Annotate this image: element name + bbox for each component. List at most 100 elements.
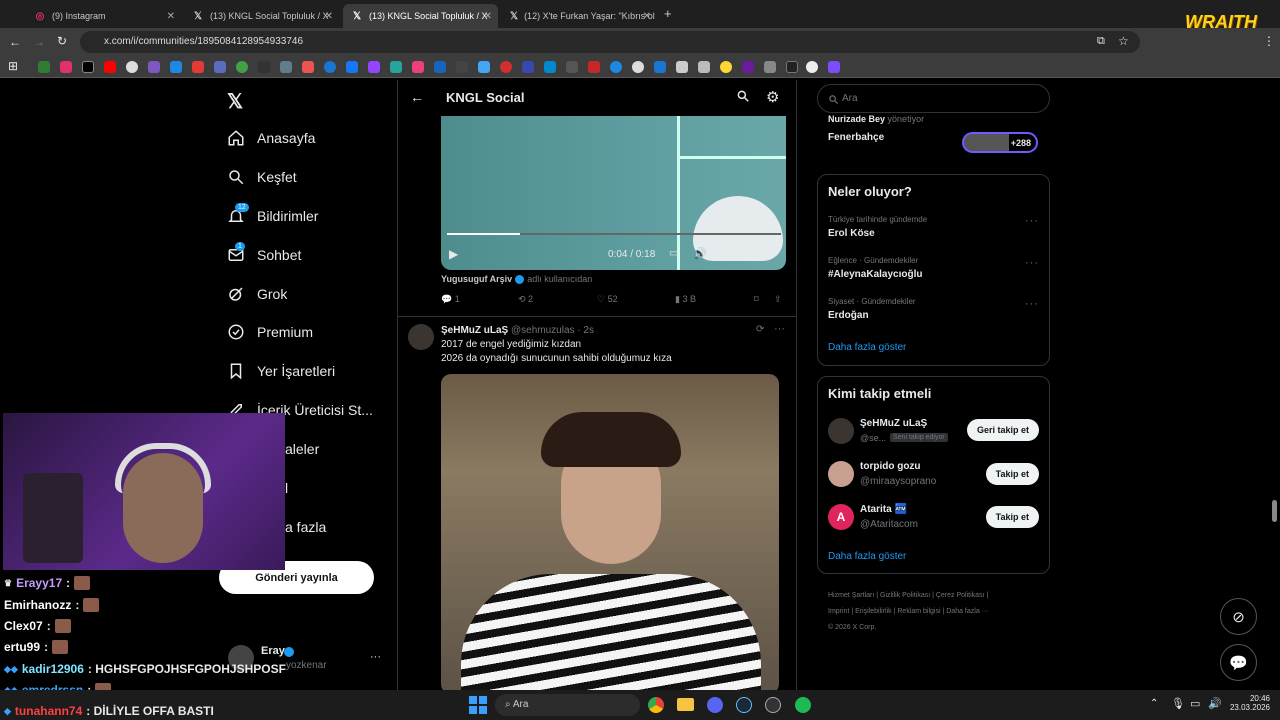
- bookmark-icon[interactable]: [764, 61, 776, 73]
- follow-back-button[interactable]: Geri takip et: [966, 419, 1039, 441]
- nav-grok[interactable]: Grok: [227, 280, 287, 308]
- windows-start-icon[interactable]: [469, 696, 487, 714]
- suggest-name[interactable]: ŞeHMuZ uLaŞ: [860, 418, 927, 429]
- bookmark-icon[interactable]: [38, 61, 50, 73]
- post-time[interactable]: · 2s: [577, 325, 594, 336]
- show-more-link[interactable]: Daha fazla göster: [828, 342, 906, 353]
- bookmark-icon[interactable]: [828, 61, 840, 73]
- bookmark-icon[interactable]: [786, 61, 798, 73]
- bookmark-icon[interactable]: [192, 61, 204, 73]
- bookmark-icon[interactable]: [280, 61, 292, 73]
- post-image[interactable]: [441, 374, 779, 690]
- avatar[interactable]: [828, 461, 854, 487]
- more-icon[interactable]: ···: [1025, 298, 1039, 310]
- avatar[interactable]: [408, 324, 434, 350]
- bookmark-icon[interactable]: [632, 61, 644, 73]
- volume-icon[interactable]: 🔊: [693, 247, 707, 260]
- chevron-up-icon[interactable]: ⌃: [1150, 698, 1158, 709]
- close-icon[interactable]: ✕: [484, 11, 492, 22]
- bookmark-icon[interactable]: ⌑: [754, 294, 759, 305]
- bookmark-icon[interactable]: [170, 61, 182, 73]
- forward-icon[interactable]: →: [33, 35, 45, 49]
- obs-icon[interactable]: [765, 697, 781, 713]
- apps-icon[interactable]: ⊞: [8, 59, 18, 73]
- x-logo-icon[interactable]: 𝕏: [227, 89, 243, 114]
- trend-item[interactable]: Siyaset · Gündemdekiler Erdoğan: [828, 297, 916, 321]
- volume-icon[interactable]: 🔊: [1208, 697, 1222, 710]
- footer-line[interactable]: Hizmet Şartları | Gizlilik Politikası | …: [828, 588, 989, 604]
- bookmark-icon[interactable]: [236, 61, 248, 73]
- nav-home[interactable]: Anasayfa: [227, 124, 315, 152]
- bookmark-icon[interactable]: [368, 61, 380, 73]
- settings-icon[interactable]: ⚙: [766, 88, 779, 106]
- bookmark-icon[interactable]: [104, 61, 116, 73]
- account-more-button[interactable]: ···: [370, 651, 381, 663]
- bookmark-icon[interactable]: [720, 61, 732, 73]
- source-author[interactable]: Yugusuguf Arşiv: [441, 274, 512, 284]
- install-icon[interactable]: ⧉: [1097, 35, 1105, 48]
- tab-kngl-active[interactable]: 𝕏 (13) KNGL Social Topluluk / X ✕: [343, 4, 498, 28]
- follow-button[interactable]: Takip et: [985, 506, 1039, 528]
- file-explorer-icon[interactable]: [677, 698, 694, 711]
- spotify-icon[interactable]: [795, 697, 811, 713]
- steam-icon[interactable]: [736, 697, 752, 713]
- tab-kngl-1[interactable]: 𝕏 (13) KNGL Social Topluluk / X ✕: [184, 4, 339, 28]
- admin-name[interactable]: Nurizade Bey: [828, 114, 885, 124]
- nav-profile[interactable]: l: [285, 474, 288, 502]
- search-input[interactable]: Ara: [817, 84, 1050, 113]
- settings-icon[interactable]: ⚙: [717, 247, 727, 260]
- reload-icon[interactable]: ↻: [57, 34, 67, 48]
- more-icon[interactable]: ···: [1025, 257, 1039, 269]
- nav-more[interactable]: a fazla: [285, 513, 326, 541]
- bookmark-icon[interactable]: [258, 61, 270, 73]
- bookmark-icon[interactable]: [478, 61, 490, 73]
- community-name[interactable]: Fenerbahçe: [828, 132, 884, 143]
- play-icon[interactable]: ▶: [449, 247, 458, 261]
- back-icon[interactable]: ←: [9, 35, 21, 49]
- close-icon[interactable]: ✕: [167, 11, 175, 22]
- bookmark-icon[interactable]: [676, 61, 688, 73]
- nav-notifications[interactable]: 12 Bildirimler: [227, 202, 318, 230]
- bookmark-icon[interactable]: [126, 61, 138, 73]
- bookmark-icon[interactable]: [588, 61, 600, 73]
- back-arrow-icon[interactable]: ←: [410, 89, 424, 105]
- new-tab-button[interactable]: +: [664, 6, 672, 21]
- bookmark-icon[interactable]: [610, 61, 622, 73]
- bookmark-icon[interactable]: [412, 61, 424, 73]
- bookmark-icon[interactable]: [148, 61, 160, 73]
- scrollbar-thumb[interactable]: [1272, 500, 1277, 522]
- bookmark-icon[interactable]: [566, 61, 578, 73]
- microphone-icon[interactable]: 🎙: [1171, 697, 1185, 710]
- close-icon[interactable]: ✕: [325, 11, 333, 22]
- video-progress-track[interactable]: [447, 233, 781, 235]
- bookmark-icon[interactable]: [390, 61, 402, 73]
- reply-button[interactable]: 💬 1: [441, 294, 460, 305]
- url-field[interactable]: x.com/i/communities/1895084128954933746: [80, 31, 1140, 53]
- follow-button[interactable]: Takip et: [985, 463, 1039, 485]
- chrome-icon[interactable]: [648, 697, 664, 713]
- repost-button[interactable]: ⟲ 2: [518, 294, 533, 305]
- grok-fab[interactable]: ⊘: [1220, 598, 1257, 635]
- bookmark-icon[interactable]: [742, 61, 754, 73]
- popout-icon[interactable]: ⧉: [741, 247, 749, 260]
- bookmark-icon[interactable]: [806, 61, 818, 73]
- footer-line[interactable]: Imprint | Erişilebilirlik | Reklam bilgi…: [828, 604, 989, 620]
- author-handle[interactable]: @sehmuzulas: [511, 325, 575, 336]
- fullscreen-icon[interactable]: ⤢: [765, 247, 774, 260]
- bookmark-icon[interactable]: [654, 61, 666, 73]
- nav-bookmarks[interactable]: Yer İşaretleri: [227, 357, 335, 385]
- star-icon[interactable]: ☆: [1118, 34, 1129, 48]
- trend-item[interactable]: Eğlence · Gündemdekiler #AleynaKalaycıoğl…: [828, 256, 922, 280]
- clock[interactable]: 20:46 23.03.2026: [1228, 694, 1270, 712]
- nav-premium[interactable]: Premium: [227, 318, 313, 346]
- nav-articles[interactable]: aleler: [285, 435, 319, 463]
- bookmark-icon[interactable]: [346, 61, 358, 73]
- avatar[interactable]: [828, 418, 854, 444]
- bookmark-icon[interactable]: [522, 61, 534, 73]
- captions-icon[interactable]: ▭: [669, 248, 678, 259]
- grok-icon[interactable]: ⟳: [756, 324, 764, 335]
- author-name[interactable]: ŞeHMuZ uLaŞ: [441, 325, 508, 336]
- bookmark-icon[interactable]: [544, 61, 556, 73]
- messages-fab[interactable]: 💬: [1220, 644, 1257, 681]
- bookmark-icon[interactable]: [302, 61, 314, 73]
